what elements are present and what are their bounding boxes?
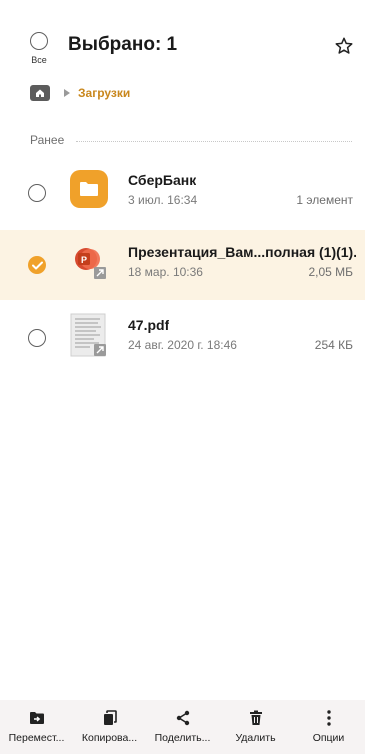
unchecked-circle-icon (28, 329, 46, 347)
item-checkbox[interactable] (28, 329, 46, 352)
item-date: 18 мар. 10:36 (128, 265, 203, 279)
section-label: Ранее (30, 133, 65, 147)
select-all-label: Все (31, 55, 47, 65)
more-vertical-icon (294, 710, 364, 726)
copy-icon (75, 710, 145, 726)
breadcrumb-current[interactable]: Загрузки (78, 86, 130, 100)
list-item[interactable]: P Презентация_Вам...полная (1)(1). 18 ма… (0, 230, 365, 300)
item-date: 3 июл. 16:34 (128, 193, 198, 207)
checkmark-icon (31, 261, 43, 269)
home-button[interactable] (30, 85, 50, 101)
home-icon (36, 89, 44, 97)
unchecked-circle-icon (28, 184, 46, 202)
options-label: Опции (312, 732, 345, 744)
favorite-star-button[interactable] (334, 36, 356, 58)
copy-button[interactable]: Копирова... (75, 700, 145, 744)
breadcrumb-arrow-icon (64, 89, 70, 97)
pdf-thumbnail (70, 313, 110, 357)
star-icon (335, 37, 353, 54)
options-button[interactable]: Опции (294, 700, 364, 744)
share-icon (148, 710, 218, 726)
selection-header: Все Выбрано: 1 (0, 28, 365, 68)
share-button[interactable]: Поделить... (148, 700, 218, 744)
item-meta: 1 элемент (296, 193, 353, 207)
delete-label: Удалить (235, 732, 276, 744)
section-divider (76, 140, 352, 142)
powerpoint-file-icon: P (75, 248, 106, 279)
list-item[interactable]: СберБанк 3 июл. 16:34 1 элемент (0, 158, 365, 228)
move-label: Перемест... (8, 732, 65, 744)
section-header: Ранее (30, 132, 352, 148)
pptx-thumbnail: P (70, 242, 110, 282)
status-bar (0, 0, 365, 18)
breadcrumb: Загрузки (30, 84, 130, 102)
item-checkbox[interactable] (28, 184, 46, 207)
item-name: СберБанк (128, 172, 197, 188)
item-name: 47.pdf (128, 317, 170, 333)
item-name: Презентация_Вам...полная (1)(1). (128, 244, 356, 260)
share-label: Поделить... (154, 732, 211, 744)
bottom-action-bar: Перемест... Копирова... Поделить... Удал… (0, 700, 365, 754)
item-date: 24 авг. 2020 г. 18:46 (128, 338, 237, 352)
folder-icon (70, 170, 108, 208)
select-all-checkbox[interactable]: Все (28, 32, 50, 65)
document-preview-icon (70, 313, 106, 357)
folder-thumbnail (70, 170, 110, 210)
svg-text:P: P (81, 255, 87, 265)
list-item[interactable]: 47.pdf 24 авг. 2020 г. 18:46 254 КБ (0, 303, 365, 373)
select-all-circle-icon (30, 32, 48, 50)
move-button[interactable]: Перемест... (2, 700, 72, 744)
item-meta: 254 КБ (314, 338, 353, 352)
trash-icon (221, 710, 291, 726)
selection-count-title: Выбрано: 1 (68, 34, 178, 55)
item-meta: 2,05 МБ (308, 265, 353, 279)
copy-label: Копирова... (81, 732, 138, 744)
move-folder-icon (2, 710, 72, 726)
item-checkbox[interactable] (28, 256, 46, 274)
delete-button[interactable]: Удалить (221, 700, 291, 744)
